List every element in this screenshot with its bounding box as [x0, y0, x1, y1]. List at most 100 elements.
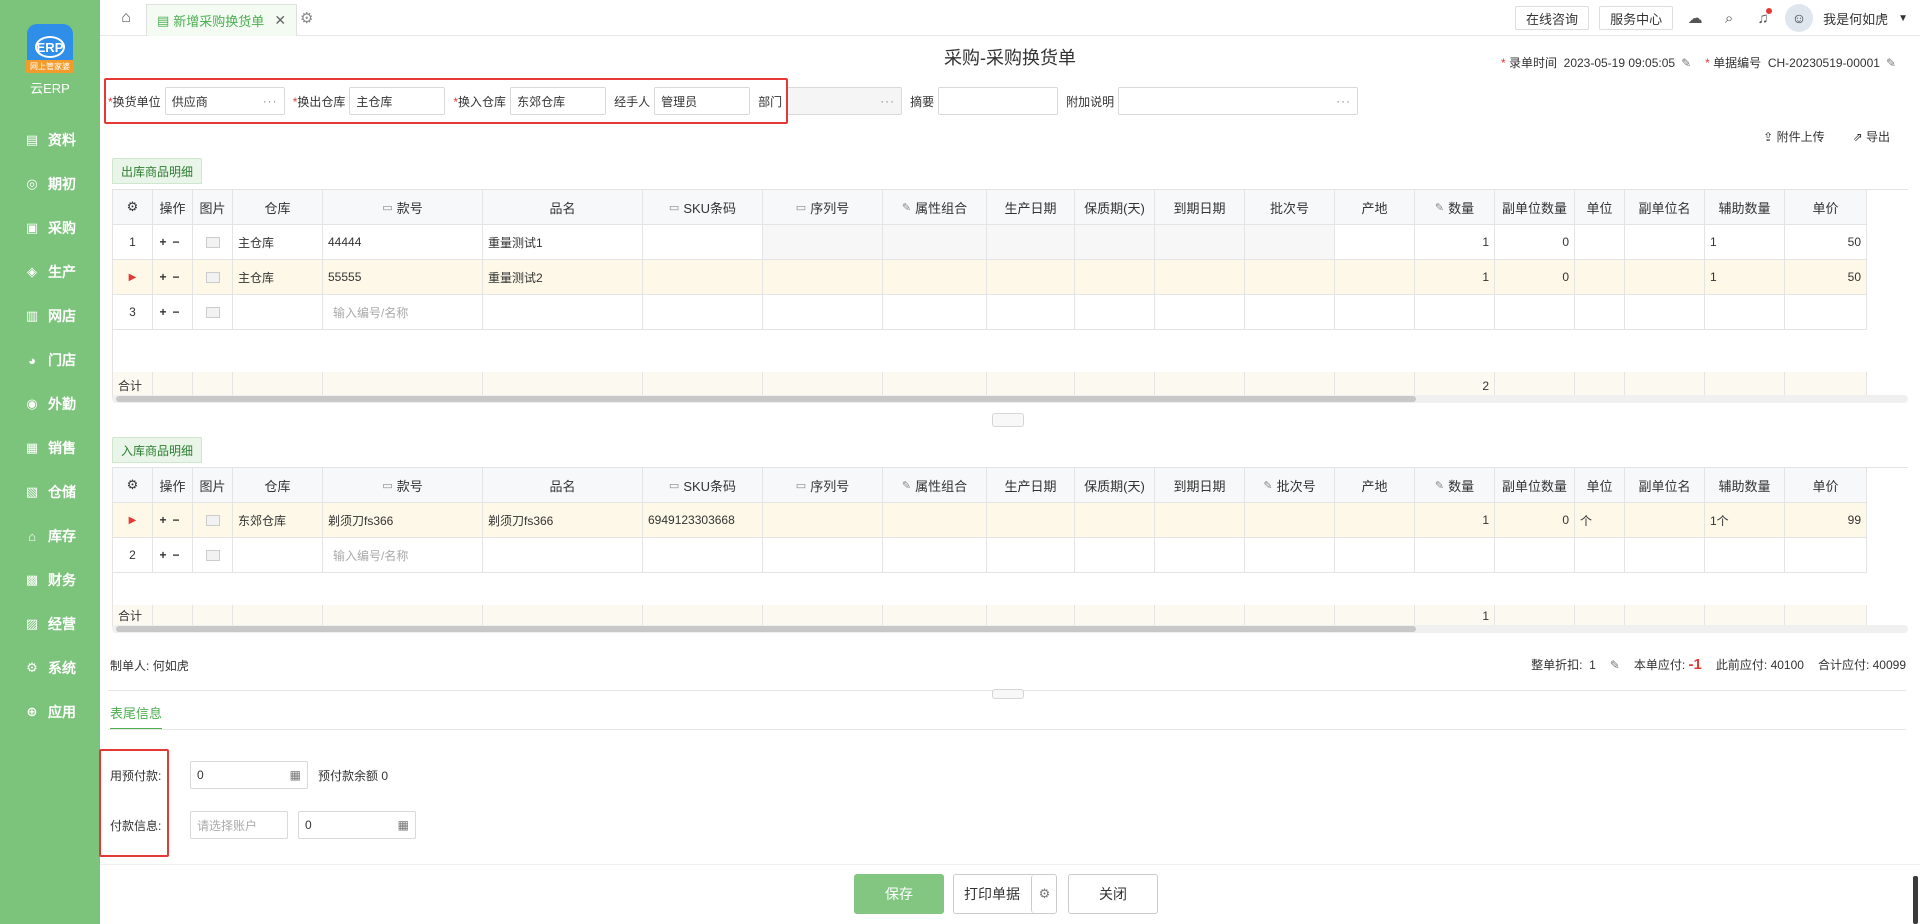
scroll-thumb[interactable] [116, 396, 1416, 402]
tab-outbound[interactable]: 出库商品明细 [112, 158, 203, 184]
sidebar-item-ziliao[interactable]: ▤ 资料 [0, 118, 100, 162]
table-row[interactable]: 2 +− 输入编号/名称 [113, 538, 1908, 573]
sidebar-item-yingyong[interactable]: ⊕ 应用 [0, 690, 100, 734]
sidebar-item-label: 资料 [48, 132, 76, 148]
col-header: 操作 [153, 190, 193, 225]
store-icon: ◕ [28, 352, 36, 368]
blank-row [113, 573, 1908, 605]
edit-icon[interactable]: ✎ [1681, 56, 1691, 70]
divider [108, 729, 1906, 730]
sidebar-item-shengchan[interactable]: ◈ 生产 [0, 250, 100, 294]
close-button[interactable]: 关闭 [1068, 874, 1158, 914]
sidebar-item-caiwu[interactable]: ▩ 财务 [0, 558, 100, 602]
file-icon: ▤ [25, 132, 39, 147]
outbound-h-scrollbar[interactable] [112, 395, 1908, 403]
col-header: 保质期(天) [1075, 468, 1155, 503]
inbound-h-scrollbar[interactable] [112, 625, 1908, 633]
save-button[interactable]: 保存 [854, 874, 944, 914]
remark-input[interactable]: ··· [1118, 87, 1359, 115]
sidebar-item-jingying[interactable]: ▨ 经营 [0, 602, 100, 646]
sidebar-item-cangchu[interactable]: ▧ 仓储 [0, 470, 100, 514]
attach-upload-button[interactable]: ⇪ 附件上传 [1763, 128, 1824, 145]
sidebar-item-label: 系统 [48, 660, 76, 676]
splitter-handle[interactable] [992, 413, 1024, 427]
add-remove-ops[interactable]: +− [153, 538, 193, 573]
table-row[interactable]: ▶ +− 主仓库 55555 重量测试2 1 0 1 50 [113, 260, 1908, 295]
close-icon[interactable]: ✕ [274, 12, 286, 29]
sidebar-item-mendian[interactable]: ◕ 门店 [0, 338, 100, 382]
gear-icon[interactable]: ⚙ [300, 9, 313, 27]
bell-icon[interactable]: ♫ [1751, 6, 1775, 30]
add-remove-ops[interactable]: +− [153, 225, 193, 260]
summary-input[interactable] [938, 87, 1059, 115]
product-search-input[interactable]: 输入编号/名称 [323, 538, 483, 573]
grid-settings-icon[interactable]: ⚙ [113, 468, 153, 503]
product-search-input[interactable]: 输入编号/名称 [323, 295, 483, 330]
tab-inbound[interactable]: 入库商品明细 [112, 437, 203, 463]
sidebar-item-label: 库存 [48, 528, 76, 544]
edit-icon[interactable]: ✎ [1886, 56, 1896, 70]
export-button[interactable]: ⇗ 导出 [1853, 128, 1890, 145]
pencil-icon: ✎ [1434, 201, 1445, 214]
sidebar-item-label: 财务 [48, 572, 76, 588]
online-consult-button[interactable]: 在线咨询 [1515, 6, 1590, 30]
add-remove-ops[interactable]: +− [153, 260, 193, 295]
pencil-icon: ✎ [1263, 479, 1273, 492]
payment-amount-input[interactable]: 0 ▦ [298, 811, 416, 839]
print-settings-gear-icon[interactable]: ⚙ [1031, 875, 1057, 913]
table-row[interactable]: ▶ +− 东郊仓库 剃须刀fs366 剃须刀fs366 694912330366… [113, 503, 1908, 538]
tab-tail-info[interactable]: 表尾信息 [110, 703, 163, 730]
account-select[interactable]: 请选择账户 [190, 811, 288, 839]
prepay-input[interactable]: 0 ▦ [190, 761, 308, 789]
cloud-download-icon[interactable]: ☁ [1683, 6, 1707, 30]
image-icon [205, 236, 220, 248]
scroll-thumb[interactable] [116, 626, 1416, 632]
search-icon[interactable]: ⌕ [1717, 6, 1741, 30]
blank-row [113, 330, 1908, 372]
table-row[interactable]: 1 +− 主仓库 44444 重量测试1 1 0 1 50 [113, 225, 1908, 260]
edit-icon[interactable]: ✎ [1610, 658, 1620, 672]
col-header: ▭ 序列号 [763, 190, 883, 225]
calculator-icon: ▦ [289, 768, 301, 782]
upload-icon: ⇪ [1763, 130, 1774, 144]
col-header: ✎ 批次号 [1245, 468, 1335, 503]
current-row-arrow-icon: ▶ [128, 271, 137, 283]
home-icon[interactable]: ⌂ [116, 8, 136, 28]
total-payable: 合计应付: 40099 [1817, 658, 1906, 672]
col-header: 仓库 [233, 190, 323, 225]
discount: 整单折扣: 1 [1531, 658, 1596, 672]
col-header: 单价 [1785, 190, 1867, 225]
chevron-down-icon[interactable]: ▼ [1898, 13, 1908, 24]
department-input[interactable]: ··· [786, 87, 903, 115]
table-row[interactable]: 3 +− 输入编号/名称 [113, 295, 1908, 330]
sidebar-item-xiaoshou[interactable]: ▦ 销售 [0, 426, 100, 470]
sidebar-item-qichu[interactable]: ◎ 期初 [0, 162, 100, 206]
entry-time: * 录单时间 2023-05-19 09:05:05 ✎ [1500, 56, 1692, 70]
logo-mark: ERP [35, 36, 65, 58]
col-header: 辅助数量 [1705, 190, 1785, 225]
col-header: 仓库 [233, 468, 323, 503]
edit-icon: ▭ [795, 479, 807, 492]
add-remove-ops[interactable]: +− [153, 503, 193, 538]
add-remove-ops[interactable]: +− [153, 295, 193, 330]
current-payable: 本单应付: -1 [1633, 656, 1702, 673]
sidebar-item-label: 门店 [48, 352, 76, 368]
more-icon: ··· [880, 94, 896, 108]
service-center-button[interactable]: 服务中心 [1599, 6, 1674, 30]
grid-settings-icon[interactable]: ⚙ [113, 190, 153, 225]
sidebar-item-kucun[interactable]: ⌂ 库存 [0, 514, 100, 558]
edit-icon: ▭ [668, 201, 680, 214]
collapse-handle[interactable] [992, 689, 1024, 699]
col-header: 品名 [483, 190, 643, 225]
sidebar-item-caigou[interactable]: ▣ 采购 [0, 206, 100, 250]
tab-new-exchange[interactable]: ▤ 新增采购换货单 ✕ [146, 4, 298, 36]
user-name[interactable]: 我是何如虎 [1823, 9, 1888, 28]
col-header: ✎ 属性组合 [883, 468, 987, 503]
sidebar-item-waiqin[interactable]: ◉ 外勤 [0, 382, 100, 426]
avatar[interactable]: ☺ [1785, 4, 1814, 32]
image-icon [205, 549, 220, 561]
pencil-icon: ✎ [901, 479, 912, 492]
sidebar-item-xitong[interactable]: ⚙ 系统 [0, 646, 100, 690]
sidebar-item-wangdian[interactable]: ▥ 网店 [0, 294, 100, 338]
vertical-scrollbar[interactable] [1913, 876, 1918, 924]
